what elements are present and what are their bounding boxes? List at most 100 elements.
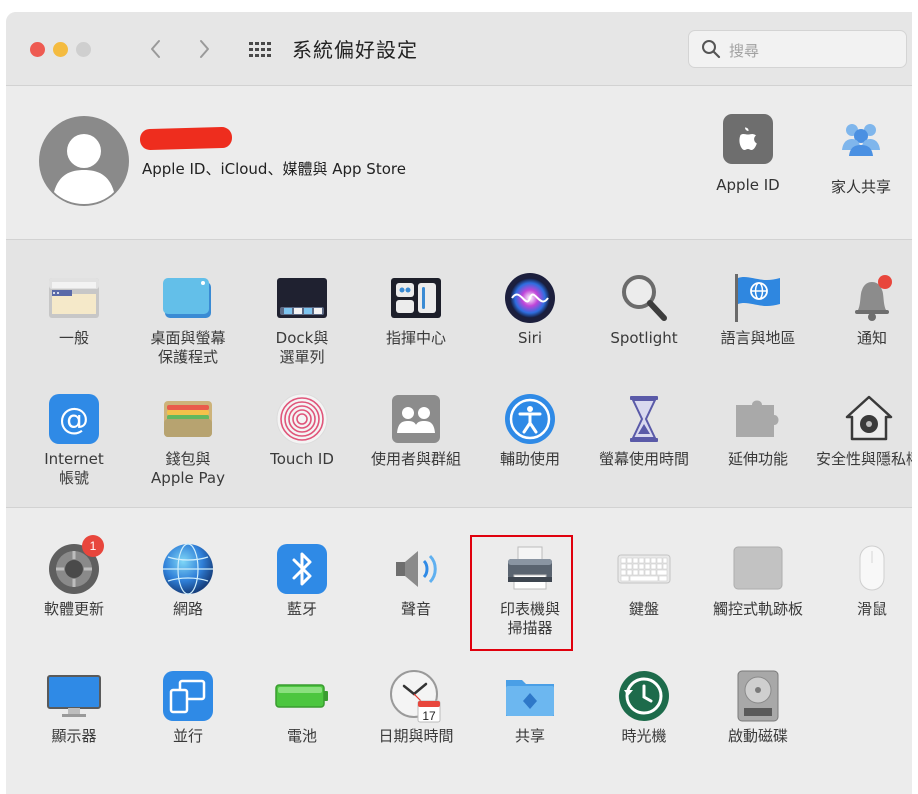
time-machine-icon	[619, 671, 669, 721]
pane-battery[interactable]: 電池	[245, 668, 359, 746]
general-icon	[49, 278, 99, 318]
pane-label: 日期與時間	[378, 727, 454, 745]
pane-touch-id[interactable]: Touch ID	[245, 391, 359, 469]
search-field[interactable]: 搜尋	[688, 30, 907, 68]
system-preferences-window: 系統偏好設定 搜尋 Apple ID、iCloud、媒體與 App Store …	[6, 12, 918, 794]
software-update-icon-wrap: 1	[46, 535, 104, 597]
zoom-window-button[interactable]	[76, 42, 91, 57]
apple-id-link[interactable]: Apple ID	[708, 114, 788, 194]
redacted-user-name	[139, 126, 233, 151]
spotlight-icon	[622, 275, 667, 321]
pane-label: 使用者與群組	[370, 450, 461, 468]
pane-label: Touch ID	[270, 450, 334, 468]
battery-icon	[275, 684, 328, 708]
pane-label: 電池	[286, 727, 317, 745]
pane-internet-accounts[interactable]: @ Internet 帳號	[17, 391, 131, 488]
page-margin	[912, 0, 918, 794]
pane-label: 一般	[58, 329, 89, 347]
pane-security-privacy[interactable]: 安全性與隱私權	[806, 391, 918, 469]
update-count-badge: 1	[82, 535, 104, 557]
pane-bluetooth[interactable]: 藍牙	[245, 541, 359, 619]
pane-accessibility[interactable]: 輔助使用	[473, 391, 587, 469]
search-placeholder: 搜尋	[729, 42, 760, 60]
pane-desktop-screensaver[interactable]: 桌面與螢幕 保護程式	[131, 270, 245, 367]
title-bar: 系統偏好設定 搜尋	[6, 12, 918, 86]
pane-siri[interactable]: Siri	[473, 270, 587, 348]
pane-keyboard[interactable]: 鍵盤	[587, 541, 701, 619]
family-sharing-link[interactable]: 家人共享	[821, 114, 901, 197]
pane-network[interactable]: 網路	[131, 541, 245, 619]
pane-label: 時光機	[621, 727, 667, 745]
account-section: Apple ID、iCloud、媒體與 App Store Apple ID 家…	[6, 86, 918, 240]
pane-software-update[interactable]: 1 軟體更新	[17, 535, 131, 619]
pane-sharing[interactable]: 共享	[473, 668, 587, 746]
displays-icon	[47, 675, 101, 717]
control-center-icon	[391, 278, 441, 318]
pane-control-center[interactable]: 指揮中心	[359, 270, 473, 348]
sidecar-icon	[163, 671, 213, 721]
user-avatar-icon[interactable]	[39, 116, 129, 206]
pane-label: 觸控式軌跡板	[712, 600, 803, 618]
pane-dock-menubar[interactable]: Dock與 選單列	[245, 270, 359, 367]
language-region-icon	[735, 274, 780, 322]
pane-wallet[interactable]: 錢包與 Apple Pay	[131, 391, 245, 488]
pane-time-machine[interactable]: 時光機	[587, 668, 701, 746]
bluetooth-icon	[277, 544, 327, 594]
apple-logo-icon	[723, 114, 773, 164]
pane-notifications[interactable]: 通知	[815, 270, 918, 348]
pane-label: 網路	[172, 600, 203, 618]
pane-label: 輔助使用	[499, 450, 560, 468]
pane-spotlight[interactable]: Spotlight	[587, 270, 701, 348]
minimize-window-button[interactable]	[53, 42, 68, 57]
pane-label: 安全性與隱私權	[815, 450, 918, 468]
notifications-icon	[855, 275, 892, 321]
accessibility-icon	[505, 394, 555, 444]
internet-accounts-icon: @	[49, 394, 99, 444]
close-window-button[interactable]	[30, 42, 45, 57]
users-groups-icon	[392, 395, 440, 443]
pane-general[interactable]: 一般	[17, 270, 131, 348]
touch-id-icon	[276, 393, 328, 445]
show-all-grid-icon[interactable]	[245, 36, 275, 62]
pane-label: 顯示器	[51, 727, 97, 745]
dock-icon	[277, 278, 327, 318]
pane-language-region[interactable]: 語言與地區	[701, 270, 815, 348]
pane-sound[interactable]: 聲音	[359, 541, 473, 619]
network-icon	[163, 543, 213, 595]
pane-sidecar[interactable]: 並行	[131, 668, 245, 746]
pane-mouse[interactable]: 滑鼠	[815, 541, 918, 619]
pane-label: Internet 帳號	[44, 450, 104, 487]
pane-displays[interactable]: 顯示器	[17, 668, 131, 746]
keyboard-icon	[617, 554, 671, 584]
account-subtitle[interactable]: Apple ID、iCloud、媒體與 App Store	[142, 158, 406, 179]
pane-label: 延伸功能	[727, 450, 788, 468]
extensions-icon	[736, 400, 779, 437]
trackpad-icon	[733, 546, 783, 590]
pane-screen-time[interactable]: 螢幕使用時間	[587, 391, 701, 469]
pane-users-groups[interactable]: 使用者與群組	[359, 391, 473, 469]
svg-text:@: @	[59, 402, 89, 437]
security-privacy-icon	[845, 395, 892, 441]
wallet-icon	[164, 401, 212, 437]
pane-label: 通知	[856, 329, 887, 347]
pane-trackpad[interactable]: 觸控式軌跡板	[701, 541, 815, 619]
pane-label: Dock與 選單列	[275, 329, 329, 366]
search-icon	[702, 40, 721, 59]
pane-extensions[interactable]: 延伸功能	[701, 391, 815, 469]
date-time-icon: 17	[390, 670, 441, 723]
pane-label: Spotlight	[610, 329, 678, 347]
window-title: 系統偏好設定	[292, 38, 418, 62]
highlight-box	[470, 535, 573, 651]
pane-date-time[interactable]: 17 日期與時間	[359, 668, 473, 746]
pane-label: 鍵盤	[628, 600, 659, 618]
pane-label: 聲音	[400, 600, 431, 618]
forward-chevron-icon[interactable]	[192, 36, 216, 62]
calendar-day-text: 17	[422, 709, 436, 723]
pane-label: Siri	[517, 329, 543, 347]
pane-label: 語言與地區	[720, 329, 796, 347]
pane-label: 啟動磁碟	[727, 727, 788, 745]
back-chevron-icon[interactable]	[144, 36, 168, 62]
pane-startup-disk[interactable]: 啟動磁碟	[701, 668, 815, 746]
pane-label: 藍牙	[286, 600, 317, 618]
screen-time-icon	[630, 396, 658, 442]
